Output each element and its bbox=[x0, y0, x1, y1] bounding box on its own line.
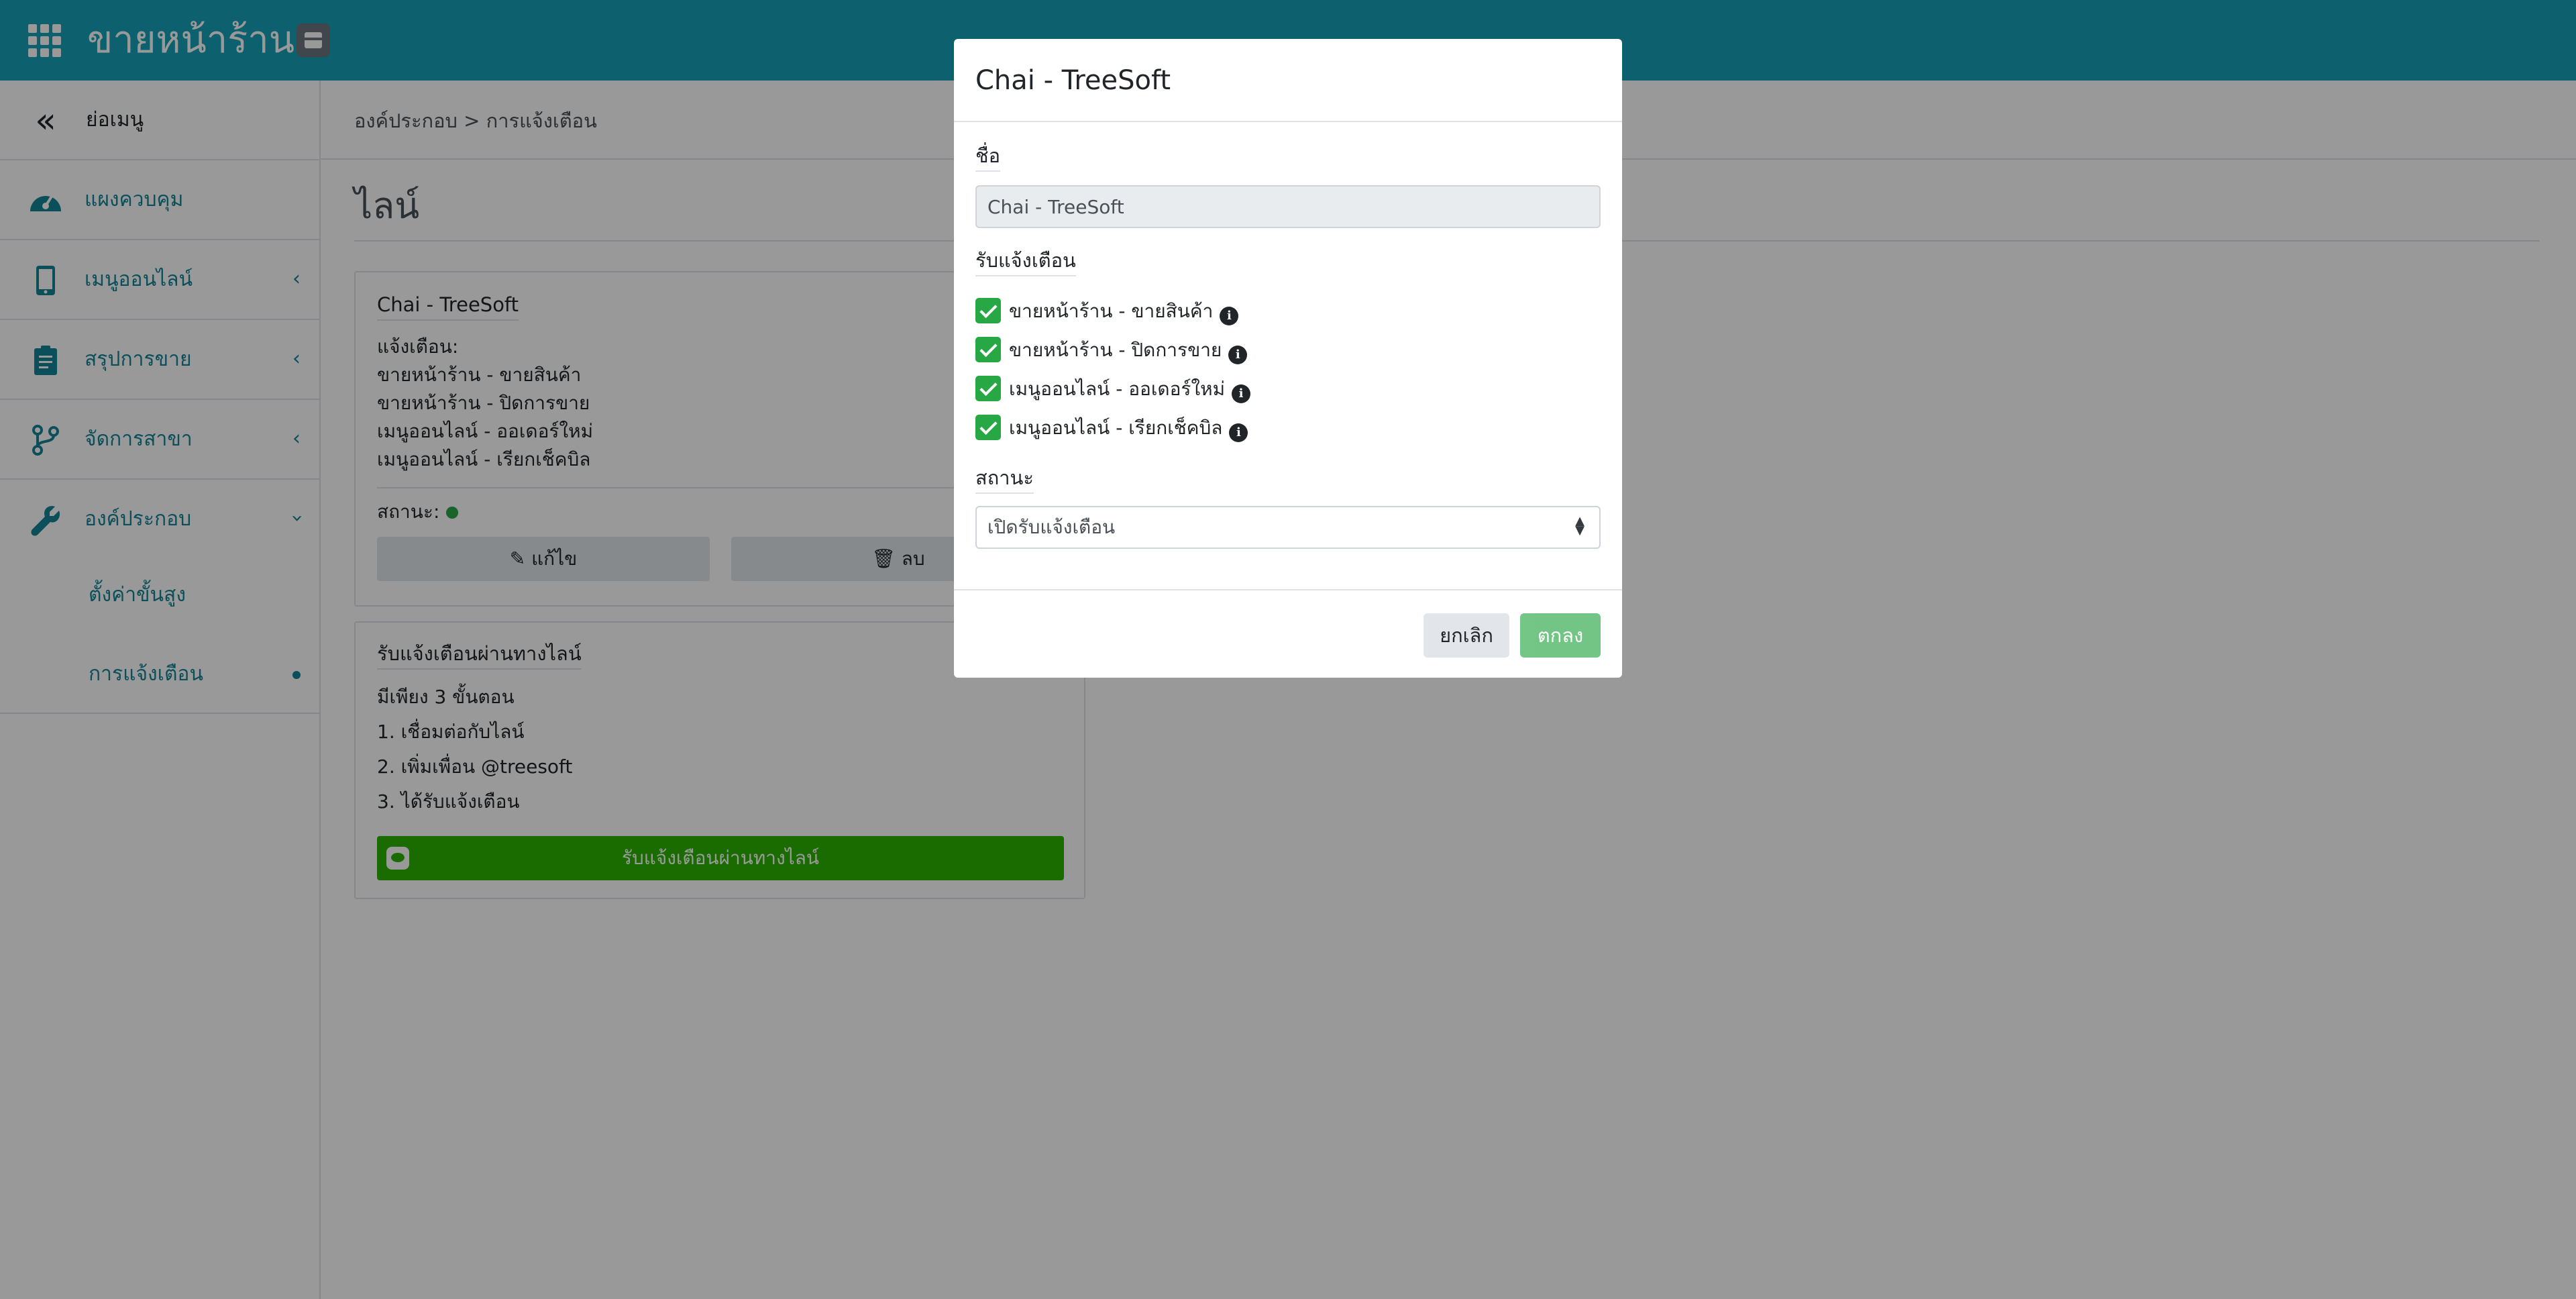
cancel-button[interactable]: ยกเลิก bbox=[1424, 613, 1509, 658]
info-icon[interactable]: i bbox=[1229, 423, 1248, 442]
status-select-value: เปิดรับแจ้งเตือน bbox=[987, 516, 1116, 538]
edit-notification-modal: Chai - TreeSoft ชื่อ รับแจ้งเตือน ขายหน้… bbox=[954, 39, 1622, 678]
ok-button[interactable]: ตกลง bbox=[1520, 613, 1601, 658]
modal-header: Chai - TreeSoft bbox=[954, 39, 1622, 122]
status-label: สถานะ bbox=[975, 464, 1034, 494]
name-field[interactable] bbox=[975, 185, 1601, 228]
info-icon[interactable]: i bbox=[1232, 384, 1251, 403]
option-label: ขายหน้าร้าน - ขายสินค้า bbox=[1009, 300, 1214, 322]
checkbox[interactable] bbox=[975, 337, 1001, 362]
checkbox[interactable] bbox=[975, 415, 1001, 440]
select-arrows-icon: ▲ ▼ bbox=[1575, 514, 1585, 537]
option-label: ขายหน้าร้าน - ปิดการขาย bbox=[1009, 339, 1222, 361]
info-icon[interactable]: i bbox=[1228, 346, 1248, 364]
modal-title: Chai - TreeSoft bbox=[975, 65, 1171, 96]
checkbox[interactable] bbox=[975, 376, 1001, 401]
name-label: ชื่อ bbox=[975, 142, 1001, 172]
receive-label: รับแจ้งเตือน bbox=[975, 247, 1076, 276]
option-label: เมนูออนไลน์ - เรียกเช็คบิล bbox=[1009, 417, 1223, 439]
info-icon[interactable]: i bbox=[1220, 307, 1239, 325]
status-select[interactable]: เปิดรับแจ้งเตือน ▲ ▼ bbox=[975, 506, 1601, 549]
option-label: เมนูออนไลน์ - ออเดอร์ใหม่ bbox=[1009, 378, 1226, 400]
modal-footer: ยกเลิก ตกลง bbox=[954, 589, 1622, 678]
checkbox[interactable] bbox=[975, 298, 1001, 323]
